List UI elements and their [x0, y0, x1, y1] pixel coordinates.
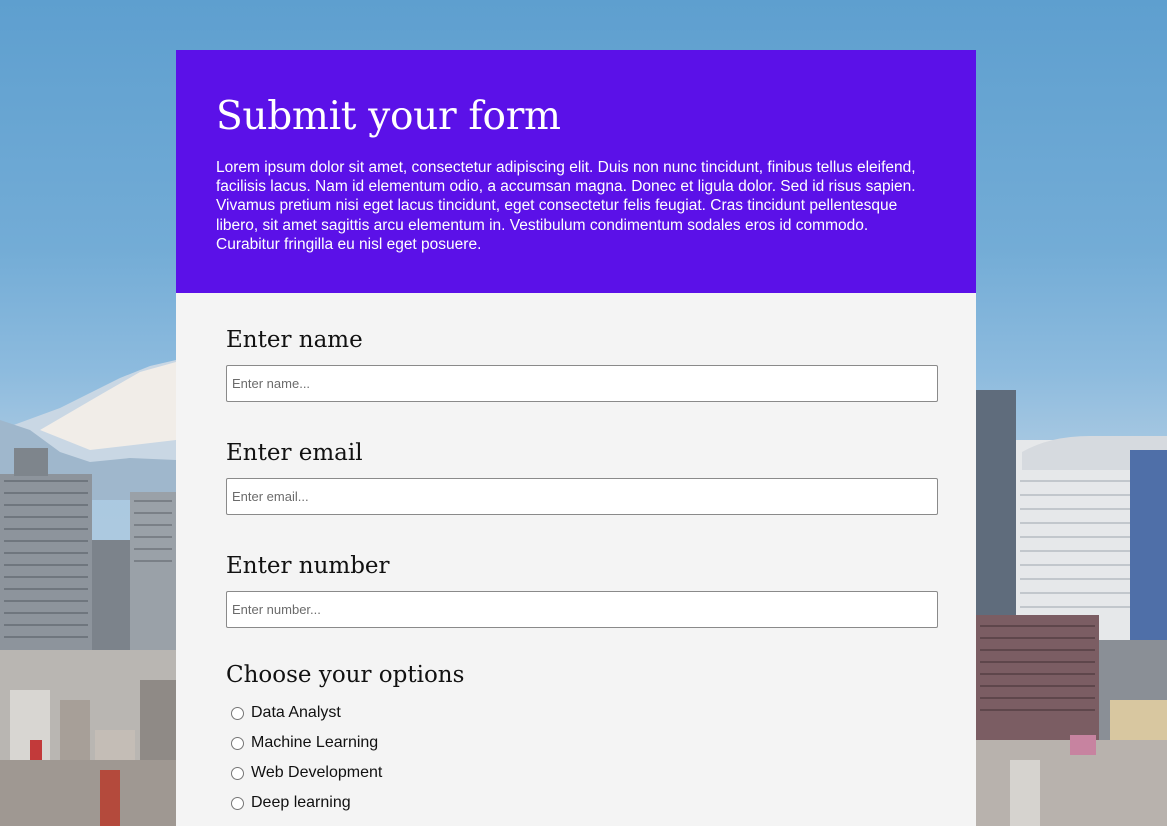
- form-header: Submit your form Lorem ipsum dolor sit a…: [176, 50, 976, 293]
- radio-web-development[interactable]: [231, 766, 244, 780]
- page-title: Submit your form: [216, 94, 561, 139]
- form-description: Lorem ipsum dolor sit amet, consectetur …: [216, 159, 916, 253]
- option-data-analyst[interactable]: Data Analyst: [226, 698, 938, 728]
- option-machine-learning[interactable]: Machine Learning: [226, 728, 938, 758]
- number-field-group: Enter number: [226, 549, 938, 628]
- name-field-group: Enter name: [226, 323, 938, 402]
- radio-machine-learning[interactable]: [231, 736, 244, 750]
- number-label: Enter number: [226, 553, 390, 579]
- email-field-group: Enter email: [226, 436, 938, 515]
- option-label: Web Development: [251, 764, 383, 781]
- options-radio-group: Data Analyst Machine Learning Web Develo…: [226, 698, 938, 818]
- form-card: Submit your form Lorem ipsum dolor sit a…: [176, 50, 976, 826]
- radio-deep-learning[interactable]: [231, 796, 244, 810]
- name-input[interactable]: [226, 365, 938, 402]
- radio-data-analyst[interactable]: [231, 706, 244, 720]
- option-web-development[interactable]: Web Development: [226, 758, 938, 788]
- option-label: Data Analyst: [251, 704, 341, 721]
- option-label: Machine Learning: [251, 734, 379, 751]
- form-body: Enter name Enter email Enter number Choo…: [176, 293, 976, 818]
- option-deep-learning[interactable]: Deep learning: [226, 788, 938, 818]
- options-label: Choose your options: [226, 662, 465, 688]
- name-label: Enter name: [226, 327, 363, 353]
- number-input[interactable]: [226, 591, 938, 628]
- option-label: Deep learning: [251, 794, 351, 811]
- email-input[interactable]: [226, 478, 938, 515]
- email-label: Enter email: [226, 440, 363, 466]
